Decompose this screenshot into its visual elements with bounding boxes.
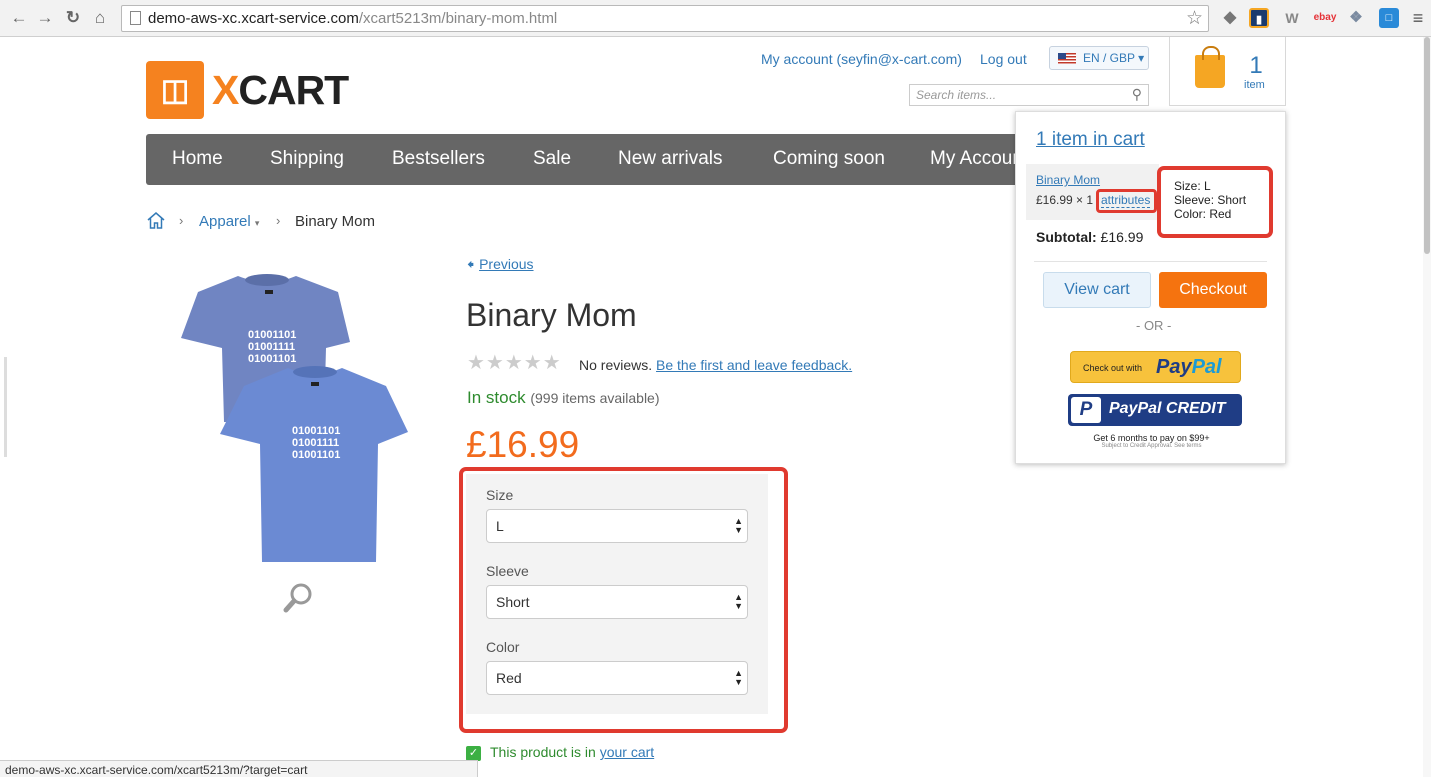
scrollbar-thumb[interactable]	[1424, 37, 1430, 254]
main-menu: Home Shipping Bestsellers Sale New arriv…	[146, 134, 1015, 185]
shirt-print-back-2: 01001111	[248, 341, 295, 353]
page-icon	[130, 11, 141, 25]
paypal-checkout-button[interactable]: Check out with PayPal	[1070, 351, 1241, 383]
logo-text[interactable]: XCART	[212, 66, 349, 114]
menu-item-shipping[interactable]: Shipping	[270, 148, 344, 170]
previous-link[interactable]: 🠸 Previous	[467, 254, 534, 278]
ebay-extension-icon[interactable]: ebay	[1313, 8, 1337, 28]
your-cart-link[interactable]: your cart	[600, 744, 654, 760]
minicart-subtotal: Subtotal: £16.99	[1036, 229, 1143, 245]
language-currency-selector[interactable]: EN / GBP ▾	[1049, 46, 1149, 70]
stock-label: In stock	[467, 388, 526, 407]
shopping-bag-icon	[1195, 46, 1225, 88]
attributes-highlight	[459, 467, 788, 733]
checkbox-icon: ✓	[466, 745, 481, 761]
minicart-item-qty: £16.99 × 1	[1036, 193, 1094, 207]
paypal-p-icon: P	[1071, 397, 1101, 423]
minicart-heading[interactable]: 1 item in cart	[1036, 129, 1145, 151]
menu-item-bestsellers[interactable]: Bestsellers	[392, 148, 485, 170]
paypal-logo-pay: Pay	[1156, 356, 1192, 378]
my-account-link[interactable]: My account (seyfin@x-cart.com)	[761, 51, 962, 67]
paypal-logo-pal: Pal	[1191, 356, 1222, 378]
stock-status: In stock (999 items available)	[467, 388, 660, 408]
product-price: £16.99	[466, 424, 580, 465]
dropbox-extension-icon[interactable]: ❖	[1346, 8, 1366, 28]
breadcrumb-category-label: Apparel	[199, 213, 251, 230]
in-cart-text: This product is in	[490, 744, 596, 760]
shirt-print-back-3: 01001101	[248, 353, 296, 365]
forward-icon[interactable]: →	[35, 7, 55, 29]
menu-item-home[interactable]: Home	[172, 148, 223, 170]
cart-count: 1	[1249, 52, 1263, 79]
shirt-print-front-1: 01001101	[292, 425, 340, 437]
no-reviews-label: No reviews.	[579, 357, 653, 373]
left-scroll-edge	[4, 357, 7, 457]
us-flag-icon	[1058, 53, 1076, 64]
status-bar: demo-aws-xc.xcart-service.com/xcart5213m…	[0, 760, 478, 777]
or-separator: - OR -	[1136, 318, 1172, 333]
attributes-link-highlight	[1096, 189, 1157, 213]
address-bar[interactable]: demo-aws-xc.xcart-service.com/xcart5213m…	[121, 5, 1209, 32]
language-label: EN / GBP	[1083, 51, 1135, 65]
minicart-item-name[interactable]: Binary Mom	[1036, 173, 1100, 187]
shirt-print-front-2: 01001111	[292, 437, 339, 449]
menu-item-coming-soon[interactable]: Coming soon	[773, 148, 885, 170]
cart-unit: item	[1244, 79, 1265, 91]
breadcrumb-home-icon[interactable]	[147, 212, 165, 229]
browser-toolbar: ← → ↻ ⌂ demo-aws-xc.xcart-service.com/xc…	[0, 0, 1431, 37]
reload-icon[interactable]: ↻	[63, 7, 83, 29]
divider	[1034, 261, 1267, 262]
subtotal-value: £16.99	[1100, 229, 1144, 245]
vertical-scrollbar[interactable]	[1423, 37, 1431, 777]
product-title: Binary Mom	[466, 297, 637, 333]
search-icon[interactable]: ⚲	[1132, 86, 1142, 103]
shield-extension-icon[interactable]: ◆	[1220, 8, 1240, 28]
product-image[interactable]: 01001101 01001111 01001101 01001101 0100…	[178, 272, 414, 568]
url-host: demo-aws-xc.xcart-service.com	[148, 10, 359, 27]
breadcrumb-current: Binary Mom	[295, 213, 376, 230]
reviews-text: No reviews. Be the first and leave feedb…	[579, 357, 852, 373]
breadcrumb-separator: ›	[179, 213, 184, 228]
back-icon[interactable]: ←	[9, 7, 29, 29]
menu-icon[interactable]: ≡	[1408, 8, 1428, 28]
search-input[interactable]: Search items... ⚲	[909, 84, 1149, 106]
stock-count: (999 items available)	[530, 390, 660, 406]
home-icon[interactable]: ⌂	[90, 7, 110, 29]
w-extension-icon[interactable]: W	[1282, 8, 1302, 28]
bookmark-star-icon[interactable]: ☆	[1186, 7, 1203, 30]
logout-link[interactable]: Log out	[980, 51, 1027, 67]
logo-mark[interactable]: ◫	[146, 61, 204, 119]
cart-logo-icon: ◫	[160, 74, 190, 107]
menu-item-new-arrivals[interactable]: New arrivals	[618, 148, 723, 170]
credit-terms[interactable]: Subject to Credit Approval. See terms	[1034, 443, 1269, 449]
previous-label: Previous	[479, 256, 534, 272]
subtotal-label: Subtotal:	[1036, 229, 1097, 245]
search-placeholder: Search items...	[916, 88, 997, 102]
url-path: /xcart5213m/binary-mom.html	[358, 10, 558, 27]
credit-note: Get 6 months to pay on $99+	[1093, 433, 1210, 443]
paypal-credit-label: PayPal CREDIT	[1109, 400, 1226, 417]
screen-extension-icon[interactable]: □	[1379, 8, 1399, 28]
leave-feedback-link[interactable]: Be the first and leave feedback.	[656, 357, 852, 373]
view-cart-button[interactable]: View cart	[1043, 272, 1151, 308]
checkout-button[interactable]: Checkout	[1159, 272, 1267, 308]
rating-stars[interactable]: ★★★★★	[467, 350, 562, 375]
paypal-credit-button[interactable]: P PayPal CREDIT	[1068, 394, 1242, 426]
stats-extension-icon[interactable]: ▮	[1249, 8, 1269, 28]
breadcrumb-category[interactable]: Apparel ▾	[199, 213, 259, 230]
shirt-print-front-3: 01001101	[292, 449, 340, 461]
in-cart-notice: ✓ This product is in your cart	[466, 744, 654, 761]
menu-item-my-account[interactable]: My Account	[930, 148, 1015, 170]
shirt-print-back-1: 01001101	[248, 329, 296, 341]
tooltip-highlight	[1157, 166, 1273, 238]
menu-item-sale[interactable]: Sale	[533, 148, 571, 170]
minicart-button[interactable]: 1 item	[1169, 37, 1286, 106]
paypal-logo: PayPal	[1156, 356, 1222, 379]
paypal-small-text: Check out with	[1083, 363, 1143, 373]
zoom-icon[interactable]	[283, 582, 313, 614]
breadcrumb-separator: ›	[276, 213, 281, 228]
